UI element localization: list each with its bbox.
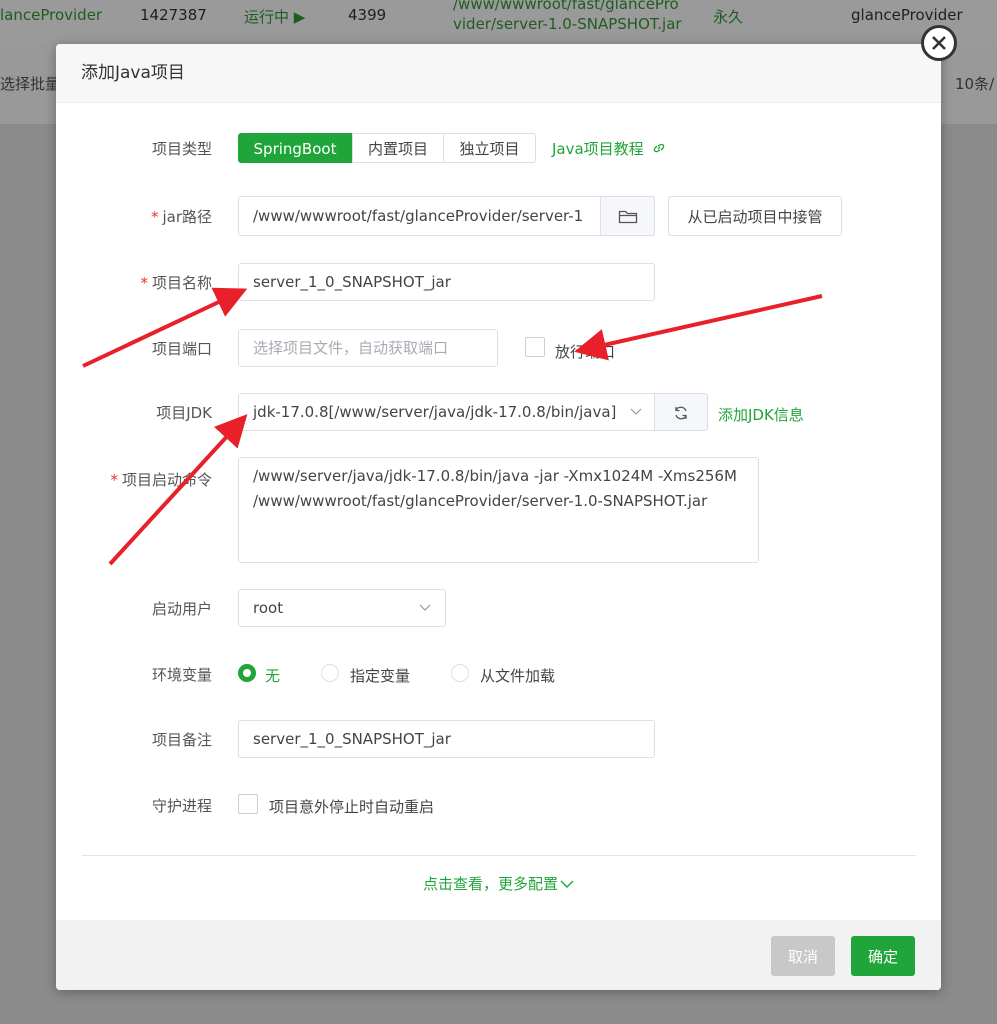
java-tutorial-link-text: Java项目教程 (552, 140, 644, 158)
jar-path-input[interactable]: /www/wwwroot/fast/glanceProvider/server-… (238, 196, 654, 236)
chevron-down-icon (558, 874, 574, 893)
project-type-label: 项目类型 (151, 140, 212, 158)
close-dialog-button[interactable] (921, 25, 957, 61)
java-tutorial-link[interactable]: Java项目教程 (552, 138, 666, 159)
confirm-button[interactable]: 确定 (851, 936, 915, 976)
chevron-down-icon (419, 590, 431, 626)
browse-folder-button[interactable] (600, 196, 655, 236)
bg-path-line1: /www/wwwroot/fast/glancePro (453, 0, 679, 13)
project-port-row: 项目端口 选择项目文件，自动获取端口 放行端口 (56, 329, 941, 367)
remark-input[interactable]: server_1_0_SNAPSHOT_jar (238, 720, 655, 758)
start-user-label: 启动用户 (151, 600, 212, 618)
project-jdk-value: jdk-17.0.8[/www/server/java/jdk-17.0.8/b… (253, 403, 617, 421)
refresh-icon (673, 404, 689, 422)
project-type-row: 项目类型 SpringBoot 内置项目 独立项目 Java项目教程 (56, 133, 941, 163)
dialog-title: 添加Java项目 (56, 44, 941, 103)
bg-path: /www/wwwroot/fast/glancePro vider/server… (453, 0, 682, 34)
project-name-label-text: 项目名称 (151, 274, 212, 292)
env-file-label: 从文件加载 (480, 667, 556, 685)
bg-remark: glanceProvider (851, 6, 963, 24)
open-port-label: 放行端口 (555, 343, 616, 361)
env-none-label: 无 (265, 667, 281, 685)
start-command-label-text: 项目启动命令 (121, 471, 212, 489)
chevron-down-icon (630, 394, 642, 430)
env-specify-label: 指定变量 (350, 667, 411, 685)
auto-restart-label: 项目意外停止时自动重启 (269, 798, 435, 816)
bg-project-name: lanceProvider (0, 6, 103, 24)
close-icon (931, 29, 947, 57)
env-file-radio[interactable] (451, 664, 469, 682)
project-port-input[interactable]: 选择项目文件，自动获取端口 (238, 329, 498, 367)
auto-restart-checkbox[interactable] (238, 794, 258, 814)
type-builtin-option[interactable]: 内置项目 (352, 133, 444, 163)
jar-path-label-text: jar路径 (162, 208, 212, 226)
cancel-button[interactable]: 取消 (771, 936, 835, 976)
background-table-row: lanceProvider 1427387 运行中 ▶ 4399 /www/ww… (0, 0, 997, 44)
env-vars-label: 环境变量 (151, 666, 212, 684)
bg-status: 运行中 ▶ (244, 8, 306, 26)
env-specify-radio[interactable] (321, 664, 339, 682)
folder-icon (618, 208, 638, 226)
refresh-jdk-button[interactable] (654, 393, 708, 431)
divider (82, 855, 916, 856)
bg-expire: 永久 (713, 8, 744, 26)
start-user-value: root (253, 599, 284, 617)
type-springboot-option[interactable]: SpringBoot (238, 133, 352, 163)
open-port-checkbox[interactable] (525, 337, 545, 357)
start-command-textarea[interactable]: /www/server/java/jdk-17.0.8/bin/java -ja… (238, 457, 759, 563)
start-user-select[interactable]: root (238, 589, 446, 627)
more-config-toggle[interactable]: 点击查看，更多配置 (56, 873, 941, 894)
jar-path-label: * jar路径 (150, 208, 212, 226)
link-icon (652, 140, 666, 158)
bg-port: 4399 (348, 6, 387, 24)
start-command-row: * 项目启动命令 /www/server/java/jdk-17.0.8/bin/… (56, 457, 941, 563)
env-vars-row: 环境变量 无 指定变量 从文件加载 (56, 661, 941, 685)
project-name-row: * 项目名称 server_1_0_SNAPSHOT_jar (56, 263, 941, 301)
env-none-radio[interactable] (238, 664, 256, 682)
start-user-row: 启动用户 root (56, 589, 941, 627)
project-jdk-label: 项目JDK (156, 404, 212, 422)
remark-label: 项目备注 (151, 731, 212, 749)
project-name-label: * 项目名称 (140, 274, 212, 292)
project-port-label: 项目端口 (151, 340, 212, 358)
project-jdk-row: 项目JDK jdk-17.0.8[/www/server/java/jdk-17… (56, 393, 941, 431)
project-type-segmented: SpringBoot 内置项目 独立项目 (238, 133, 538, 163)
add-java-project-dialog: 添加Java项目 项目类型 SpringBoot 内置项目 独立项目 Java项… (56, 44, 941, 990)
bg-batch-select: 选择批量 (0, 75, 61, 93)
more-config-text: 点击查看，更多配置 (422, 875, 558, 893)
bg-page-size: 10条/ (955, 75, 995, 93)
start-command-label: * 项目启动命令 (110, 471, 212, 489)
daemon-row: 守护进程 项目意外停止时自动重启 (56, 792, 941, 816)
add-jdk-link[interactable]: 添加JDK信息 (718, 404, 804, 425)
daemon-label: 守护进程 (151, 797, 212, 815)
take-over-running-project-button[interactable]: 从已启动项目中接管 (668, 196, 842, 236)
bg-path-line2: vider/server-1.0-SNAPSHOT.jar (453, 15, 682, 33)
project-name-input[interactable]: server_1_0_SNAPSHOT_jar (238, 263, 655, 301)
dialog-footer: 取消 确定 (56, 920, 941, 990)
project-jdk-select[interactable]: jdk-17.0.8[/www/server/java/jdk-17.0.8/b… (238, 393, 655, 431)
type-standalone-option[interactable]: 独立项目 (443, 133, 536, 163)
jar-path-row: * jar路径 /www/wwwroot/fast/glanceProvider/… (56, 196, 941, 236)
bg-pid: 1427387 (140, 6, 207, 24)
remark-row: 项目备注 server_1_0_SNAPSHOT_jar (56, 720, 941, 758)
